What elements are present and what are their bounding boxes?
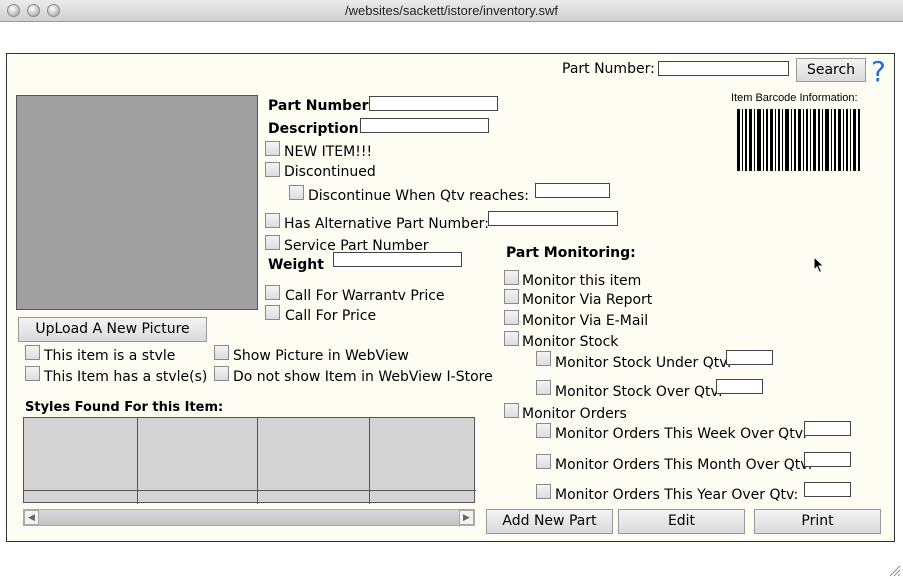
orders-month-label: Monitor Orders This Month Over Qtv:	[555, 457, 813, 473]
monitor-email-checkbox[interactable]	[504, 310, 519, 325]
orders-year-input[interactable]	[804, 482, 851, 497]
styles-title: Styles Found For this Item:	[25, 400, 224, 415]
print-button[interactable]: Print	[754, 509, 881, 534]
search-button[interactable]: Search	[796, 58, 866, 82]
monitoring-title: Part Monitoring:	[506, 245, 636, 261]
mouse-cursor-icon	[813, 256, 825, 274]
call-warranty-checkbox[interactable]	[265, 285, 280, 300]
help-icon[interactable]: ?	[871, 55, 886, 88]
call-price-label: Call For Price	[285, 308, 377, 324]
edit-button[interactable]: Edit	[618, 509, 745, 534]
new-item-label: NEW ITEM!!!	[284, 144, 373, 160]
orders-week-checkbox[interactable]	[536, 423, 551, 438]
search-part-number-input[interactable]	[658, 61, 789, 76]
scroll-left-arrow-icon[interactable]: ◀	[24, 510, 39, 525]
has-style-checkbox[interactable]	[25, 366, 40, 381]
has-style-label: This Item has a stvle(s)	[44, 369, 208, 385]
weight-label: Weight	[268, 257, 324, 273]
description-input[interactable]	[360, 118, 489, 133]
stock-under-input[interactable]	[726, 350, 773, 365]
alternative-part-input[interactable]	[488, 211, 618, 226]
dont-show-item-checkbox[interactable]	[214, 366, 229, 381]
monitor-stock-label: Monitor Stock	[522, 334, 619, 350]
add-new-part-button[interactable]: Add New Part	[486, 509, 613, 534]
is-style-label: This item is a stvle	[44, 348, 176, 364]
stock-over-input[interactable]	[716, 379, 763, 394]
discontinued-checkbox[interactable]	[265, 162, 280, 177]
window-title: /websites/sackett/istore/inventory.swf	[345, 3, 558, 18]
orders-week-input[interactable]	[804, 421, 851, 436]
stock-under-label: Monitor Stock Under Qtv:	[555, 355, 732, 371]
orders-year-label: Monitor Orders This Year Over Qtv:	[555, 487, 799, 503]
orders-month-input[interactable]	[804, 452, 851, 467]
styles-horizontal-scrollbar[interactable]: ◀ ▶	[23, 509, 475, 526]
search-part-number-label: Part Number:	[562, 61, 655, 77]
dont-show-item-label: Do not show Item in WebView I-Store	[233, 369, 493, 385]
monitor-stock-checkbox[interactable]	[504, 331, 519, 346]
orders-month-checkbox[interactable]	[536, 454, 551, 469]
monitor-report-checkbox[interactable]	[504, 289, 519, 304]
monitor-report-label: Monitor Via Report	[522, 292, 653, 308]
part-number-input[interactable]	[369, 96, 498, 111]
styles-grid[interactable]	[23, 417, 476, 504]
monitor-email-label: Monitor Via E-Mail	[522, 313, 649, 329]
discontinue-when-label: Discontinue When Qtv reaches:	[308, 188, 530, 204]
inventory-panel: Part Number: Search ? Item Barcode Infor…	[6, 53, 895, 542]
is-style-checkbox[interactable]	[25, 345, 40, 360]
call-warranty-label: Call For Warrantv Price	[285, 288, 445, 304]
discontinue-qty-input[interactable]	[535, 183, 610, 198]
scroll-right-arrow-icon[interactable]: ▶	[459, 510, 474, 525]
monitor-orders-label: Monitor Orders	[522, 406, 627, 422]
new-item-checkbox[interactable]	[265, 141, 280, 156]
grid-column-divider	[369, 418, 370, 504]
barcode-caption: Item Barcode Information:	[731, 92, 858, 104]
orders-week-label: Monitor Orders This Week Over Qtv:	[555, 426, 807, 442]
barcode-image	[737, 109, 860, 171]
monitor-item-checkbox[interactable]	[504, 270, 519, 285]
stock-over-checkbox[interactable]	[536, 380, 551, 395]
item-picture	[16, 95, 258, 310]
grid-row-divider	[24, 490, 476, 491]
has-alternative-label: Has Alternative Part Number:	[284, 216, 489, 232]
window-titlebar: /websites/sackett/istore/inventory.swf	[0, 0, 903, 22]
stock-over-label: Monitor Stock Over Qtv:	[555, 384, 723, 400]
has-alternative-checkbox[interactable]	[265, 213, 280, 228]
monitor-item-label: Monitor this item	[522, 273, 642, 289]
service-part-checkbox[interactable]	[265, 235, 280, 250]
service-part-input[interactable]	[333, 252, 462, 267]
call-price-checkbox[interactable]	[265, 305, 280, 320]
discontinue-when-checkbox[interactable]	[289, 185, 304, 200]
stock-under-checkbox[interactable]	[536, 351, 551, 366]
grid-column-divider	[257, 418, 258, 504]
resize-grip-icon[interactable]	[887, 563, 901, 577]
show-picture-label: Show Picture in WebView	[233, 348, 409, 364]
monitor-orders-checkbox[interactable]	[504, 403, 519, 418]
discontinued-label: Discontinued	[284, 164, 376, 180]
upload-picture-button[interactable]: UpLoad A New Picture	[18, 317, 207, 342]
description-label: Description:	[268, 121, 365, 137]
grid-column-divider	[137, 418, 138, 504]
show-picture-checkbox[interactable]	[214, 345, 229, 360]
part-number-label: Part Number:	[268, 98, 375, 114]
orders-year-checkbox[interactable]	[536, 484, 551, 499]
